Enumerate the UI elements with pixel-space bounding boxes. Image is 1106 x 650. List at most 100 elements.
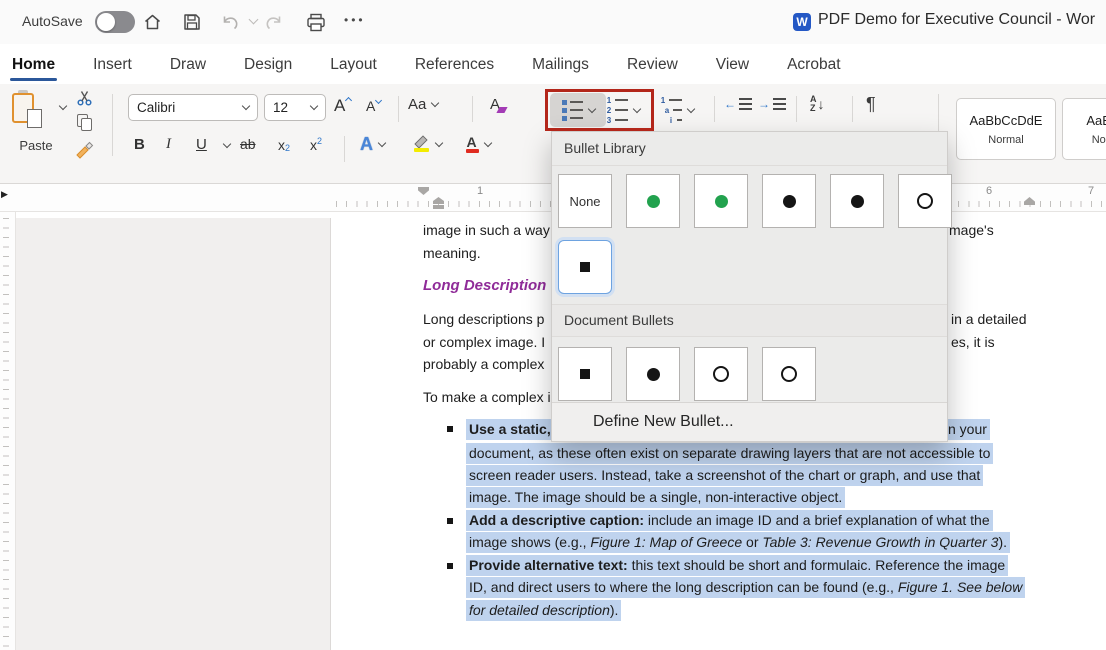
highlight-button[interactable]: [412, 134, 442, 154]
format-painter-button[interactable]: [74, 140, 96, 165]
grow-font-button[interactable]: A: [334, 96, 351, 116]
bullet-option-ring[interactable]: [694, 347, 748, 401]
shrink-font-button[interactable]: A: [366, 98, 381, 114]
document-bullets-header: Document Bullets: [552, 304, 947, 337]
underline-letter: U: [196, 136, 207, 153]
decrease-indent-icon: ←: [724, 98, 752, 110]
font-size-select[interactable]: 12: [264, 94, 326, 121]
tab-draw[interactable]: Draw: [168, 48, 208, 84]
bullet-option-dot[interactable]: [762, 174, 816, 228]
bullet-option-dot[interactable]: [830, 174, 884, 228]
font-name-select[interactable]: Calibri: [128, 94, 258, 121]
change-case-button[interactable]: Aa: [408, 96, 438, 113]
more-commands-icon[interactable]: •••: [344, 13, 366, 27]
hanging-indent-marker[interactable]: [433, 197, 444, 204]
first-line-indent-marker[interactable]: [418, 187, 429, 195]
redo-icon[interactable]: [262, 11, 286, 33]
show-paragraph-marks-button[interactable]: ¶: [866, 94, 876, 115]
bullet-option-none[interactable]: None: [558, 174, 612, 228]
tab-selector-icon[interactable]: ▶: [1, 190, 8, 199]
text-effects-letter: A: [360, 134, 373, 155]
numbering-icon: 1 2 3: [606, 95, 628, 125]
style-card-no-spacing[interactable]: AaBbC No Sp: [1062, 98, 1106, 160]
define-new-bullet-item[interactable]: Define New Bullet...: [552, 402, 947, 441]
bullet-option-dot[interactable]: [626, 347, 680, 401]
change-case-chevron-icon: [431, 99, 439, 107]
ruler-number: 6: [983, 185, 995, 197]
sort-button[interactable]: AZ ↓: [810, 95, 825, 113]
superscript-button[interactable]: x2: [310, 136, 322, 154]
ruler-number: 1: [474, 185, 486, 197]
strikethrough-letters: ab: [240, 136, 256, 152]
copy-button[interactable]: [77, 114, 94, 137]
multilevel-chevron-icon[interactable]: [687, 104, 695, 112]
tab-design[interactable]: Design: [242, 48, 294, 84]
tab-references[interactable]: References: [413, 48, 496, 84]
font-color-button[interactable]: A: [464, 134, 491, 155]
left-indent-marker[interactable]: [433, 205, 444, 209]
numbering-button[interactable]: 1 2 3: [606, 93, 640, 127]
tab-review[interactable]: Review: [625, 48, 680, 84]
highlight-chevron-icon[interactable]: [435, 138, 443, 146]
undo-icon[interactable]: [218, 11, 242, 33]
bullet-option-ring[interactable]: [898, 174, 952, 228]
v-ruler-ticks: [3, 218, 9, 650]
bullet-option-dot[interactable]: [694, 174, 748, 228]
right-indent-marker[interactable]: [1024, 197, 1035, 205]
text-effects-button[interactable]: A: [360, 134, 385, 155]
canvas-background: [16, 218, 331, 650]
shrink-caret-icon: [375, 96, 382, 103]
tab-layout[interactable]: Layout: [328, 48, 379, 84]
paste-chevron-icon[interactable]: [59, 102, 67, 110]
tab-home[interactable]: Home: [10, 48, 57, 84]
tab-mailings[interactable]: Mailings: [530, 48, 591, 84]
print-icon[interactable]: [304, 11, 328, 33]
v-ruler[interactable]: [0, 212, 16, 650]
bullet-option-square-selected[interactable]: [558, 240, 612, 294]
save-icon[interactable]: [180, 11, 204, 33]
bold-letter: B: [134, 136, 145, 153]
underline-chevron-icon[interactable]: [223, 140, 231, 148]
bullet-option-dot[interactable]: [626, 174, 680, 228]
italic-button[interactable]: I: [166, 136, 171, 153]
multilevel-list-button[interactable]: 1 a i: [660, 93, 694, 127]
style-sample: AaBbC: [1086, 113, 1106, 128]
bullet-option-ring[interactable]: [762, 347, 816, 401]
subscript-button[interactable]: x2: [278, 136, 290, 153]
ring-bullet-glyph: [781, 366, 797, 382]
tab-insert[interactable]: Insert: [91, 48, 134, 84]
home-icon[interactable]: [140, 11, 164, 33]
cut-button[interactable]: [76, 90, 93, 111]
strikethrough-button[interactable]: ab: [240, 136, 256, 152]
font-color-icon: A: [464, 134, 479, 155]
bullet-option-square[interactable]: [558, 347, 612, 401]
title-bar: AutoSave ••• W PDF Demo for Executive Co…: [0, 0, 1106, 44]
clear-formatting-eraser-icon: [496, 107, 507, 113]
autosave-toggle[interactable]: [95, 11, 135, 33]
text-effects-chevron-icon[interactable]: [378, 139, 386, 147]
numbering-chevron-icon[interactable]: [633, 104, 641, 112]
subscript-x: x: [278, 137, 285, 153]
dot-bullet-glyph: [783, 195, 796, 208]
bullets-chevron-icon[interactable]: [587, 104, 595, 112]
change-case-label: Aa: [408, 96, 426, 113]
decrease-indent-button[interactable]: ←: [724, 98, 752, 110]
style-card-normal[interactable]: AaBbCcDdE Normal: [956, 98, 1056, 160]
superscript-x: x: [310, 137, 317, 153]
increase-indent-button[interactable]: →: [758, 98, 786, 110]
tab-view[interactable]: View: [714, 48, 751, 84]
underline-button[interactable]: U: [196, 136, 207, 153]
paste-button[interactable]: [12, 92, 40, 131]
toggle-knob: [97, 13, 115, 31]
undo-chevron-icon[interactable]: [249, 15, 259, 25]
paste-clipboard-icon: [12, 92, 40, 126]
document-title: PDF Demo for Executive Council - Wor: [818, 11, 1095, 29]
tab-acrobat[interactable]: Acrobat: [785, 48, 842, 84]
dot-bullet-glyph: [715, 195, 728, 208]
clear-formatting-button[interactable]: A: [490, 96, 506, 113]
font-size-value: 12: [273, 100, 288, 115]
bullets-button[interactable]: [550, 93, 606, 127]
bold-button[interactable]: B: [134, 136, 145, 153]
font-color-chevron-icon[interactable]: [484, 139, 492, 147]
dot-bullet-glyph: [647, 195, 660, 208]
